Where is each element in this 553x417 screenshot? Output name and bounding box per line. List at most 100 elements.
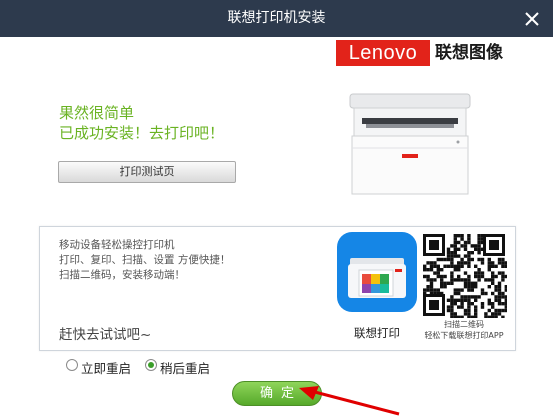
- qr-module: [497, 281, 502, 285]
- qr-module: [453, 312, 457, 316]
- restart-now-radio[interactable]: [66, 359, 78, 371]
- restart-now-option[interactable]: 立即重启: [66, 358, 140, 376]
- qr-module: [504, 288, 507, 292]
- qr-module: [474, 247, 478, 251]
- qr-code: [421, 232, 507, 318]
- qr-module: [494, 312, 498, 316]
- qr-module: [453, 302, 457, 306]
- qr-module: [467, 261, 471, 265]
- qr-module: [467, 274, 471, 279]
- try-it-text: 赶快去试试吧~: [59, 327, 152, 343]
- qr-module: [504, 305, 507, 309]
- qr-module: [453, 278, 457, 282]
- qr-module: [501, 278, 505, 282]
- qr-module: [480, 302, 485, 306]
- radio-selected-dot: [148, 362, 154, 368]
- qr-module: [423, 291, 427, 296]
- qr-module: [463, 308, 468, 313]
- print-test-page-button[interactable]: 打印测试页: [58, 161, 236, 183]
- restart-later-radio[interactable]: [145, 359, 157, 371]
- qr-module: [433, 291, 437, 296]
- qr-module: [467, 315, 471, 318]
- qr-module: [487, 264, 491, 268]
- qr-module: [460, 264, 464, 268]
- qr-module: [491, 291, 495, 296]
- qr-module: [491, 274, 495, 279]
- qr-module: [453, 268, 457, 272]
- qr-module: [457, 234, 461, 238]
- restart-later-option[interactable]: 稍后重启: [145, 358, 219, 376]
- qr-module: [450, 261, 454, 265]
- qr-module: [450, 312, 454, 316]
- qr-module: [457, 305, 461, 309]
- qr-module: [453, 264, 457, 268]
- qr-module: [497, 271, 502, 275]
- qr-module: [501, 264, 505, 268]
- headline-installed: 已成功安装！去打印吧！: [59, 124, 225, 142]
- qr-module: [457, 261, 461, 265]
- qr-module: [474, 305, 478, 309]
- qr-module: [440, 281, 444, 285]
- qr-module: [450, 264, 454, 268]
- qr-module: [450, 257, 454, 262]
- qr-module: [457, 315, 461, 318]
- qr-module: [450, 274, 454, 279]
- close-icon[interactable]: [521, 8, 543, 30]
- qr-module: [450, 305, 454, 309]
- qr-module: [484, 315, 488, 318]
- qr-module: [491, 305, 495, 309]
- qr-module: [480, 305, 485, 309]
- qr-module: [446, 251, 451, 255]
- qr-module: [460, 234, 464, 238]
- qr-module: [463, 254, 468, 258]
- qr-module: [450, 281, 454, 285]
- qr-module: [446, 281, 451, 285]
- qr-module: [450, 315, 454, 318]
- title-bar: 联想打印机安装: [0, 0, 553, 37]
- qr-module: [474, 308, 478, 313]
- qr-module: [477, 244, 481, 248]
- qr-module: [443, 274, 447, 279]
- qr-module: [467, 240, 471, 245]
- qr-module: [501, 271, 505, 275]
- red-arrow-annotation: [299, 386, 400, 416]
- qr-module: [497, 257, 502, 262]
- qr-module: [457, 288, 461, 292]
- qr-module: [460, 257, 464, 262]
- qr-module: [460, 244, 464, 248]
- qr-module: [484, 312, 488, 316]
- qr-module: [463, 278, 468, 282]
- qr-module: [467, 281, 471, 285]
- qr-module: [477, 295, 481, 299]
- qr-module: [501, 308, 505, 313]
- qr-module: [467, 264, 471, 268]
- qr-module: [457, 268, 461, 272]
- qr-module: [450, 254, 454, 258]
- qr-module: [426, 274, 430, 279]
- qr-module: [429, 285, 434, 289]
- qr-module: [467, 305, 471, 309]
- qr-module: [440, 278, 444, 282]
- qr-module: [467, 295, 471, 299]
- headline-simple: 果然很简单: [59, 104, 135, 122]
- qr-module: [423, 274, 427, 279]
- qr-module: [457, 254, 461, 258]
- qr-module: [494, 285, 498, 289]
- qr-module: [480, 247, 485, 251]
- qr-module: [433, 278, 437, 282]
- qr-module: [494, 315, 498, 318]
- qr-module: [491, 302, 495, 306]
- qr-module: [436, 264, 440, 268]
- qr-module: [497, 298, 502, 302]
- qr-module: [480, 234, 485, 238]
- mobile-app-promo-panel: 移动设备轻松操控打印机 打印、复印、扫描、设置 方便快捷！ 扫描二维码，安装移动…: [39, 226, 516, 351]
- qr-module: [497, 302, 502, 306]
- qr-module: [487, 308, 491, 313]
- qr-module: [429, 291, 434, 296]
- restart-later-label: 稍后重启: [160, 361, 211, 376]
- qr-module: [453, 288, 457, 292]
- qr-module: [470, 257, 474, 262]
- qr-module: [470, 288, 474, 292]
- qr-module: [436, 257, 440, 262]
- qr-module: [501, 302, 505, 306]
